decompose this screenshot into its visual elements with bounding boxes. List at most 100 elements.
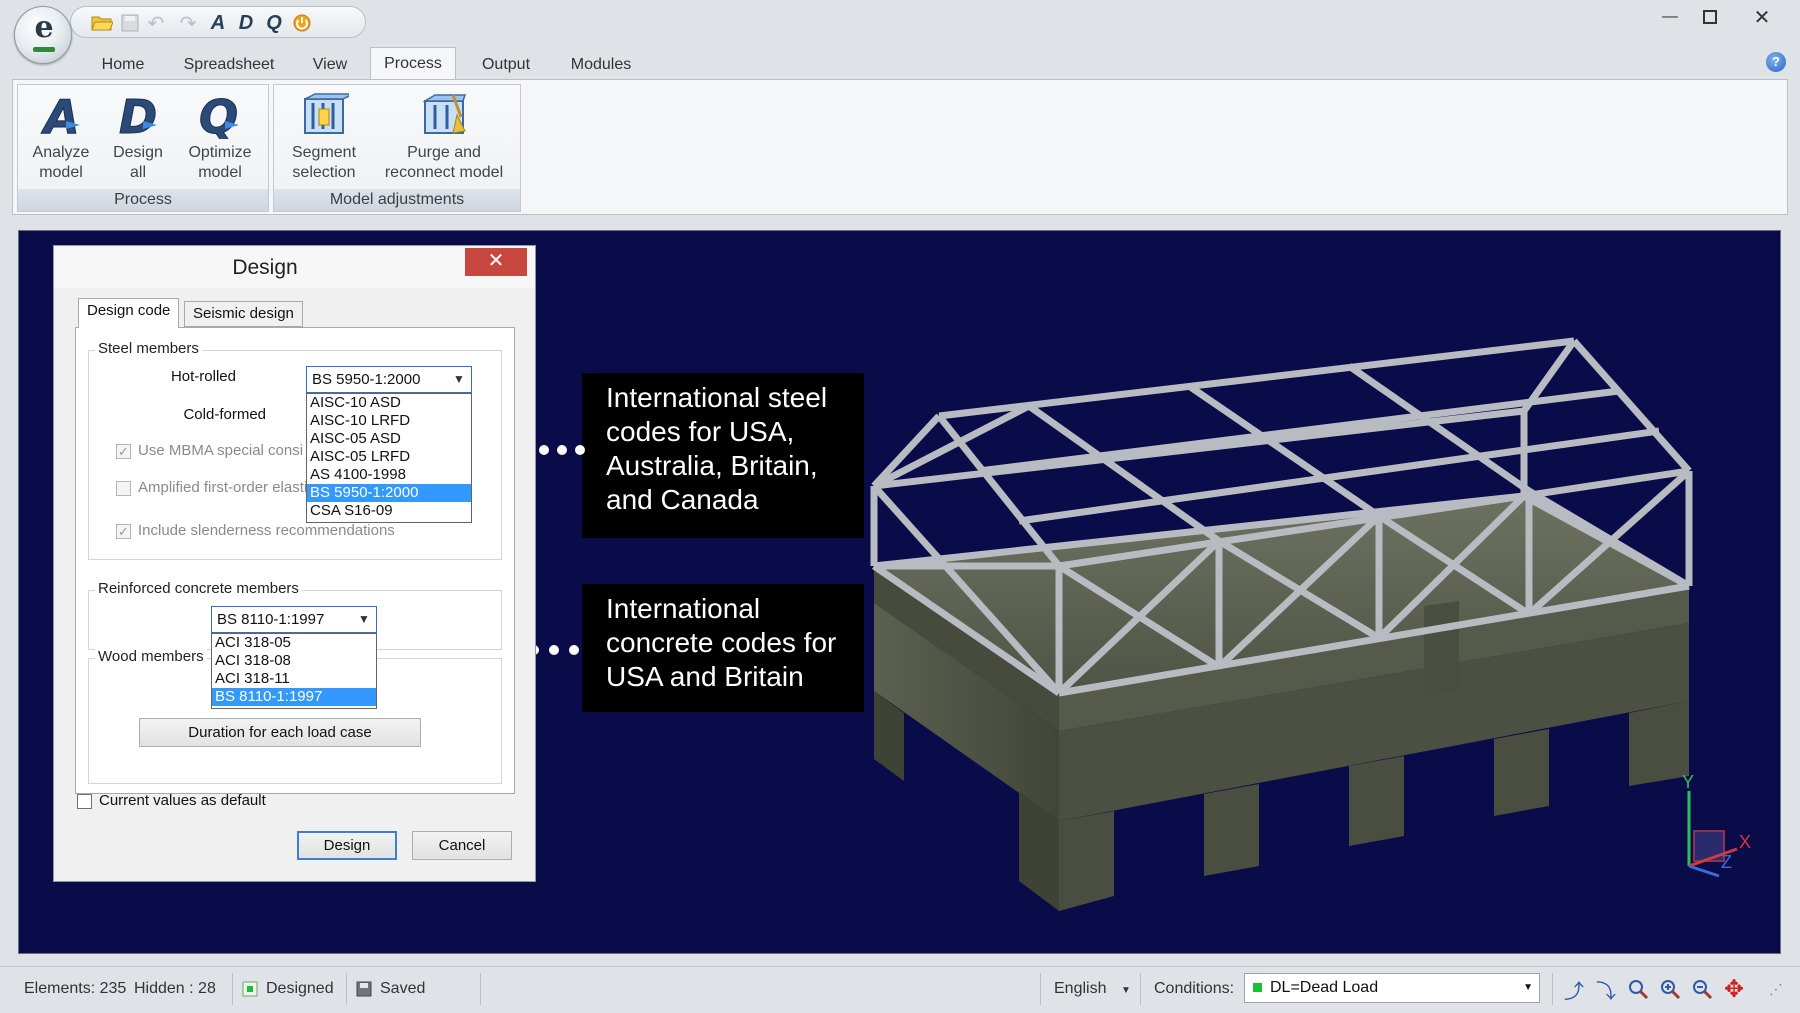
maximize-icon[interactable] [1688, 2, 1732, 32]
view-rotate-icon[interactable]: ⤴ [1560, 975, 1588, 1003]
purge-label-2: reconnect model [384, 164, 504, 181]
segment-selection-button[interactable]: Segment selection [284, 91, 364, 183]
language-selector[interactable]: English ▼ [1054, 975, 1131, 1003]
window-close-icon[interactable]: ✕ [1740, 2, 1784, 32]
purge-reconnect-button[interactable]: Purge and reconnect model [374, 91, 514, 183]
callout-steel-line-2: codes for USA, [606, 416, 795, 447]
use-mbma-checkbox[interactable]: ✓ [116, 444, 131, 459]
condition-value: DL=Dead Load [1270, 979, 1379, 996]
condition-color-swatch [1253, 983, 1262, 993]
wood-members-legend: Wood members [95, 648, 207, 665]
tab-modules[interactable]: Modules [560, 50, 642, 80]
callout-concrete-line-3: USA and Britain [606, 661, 804, 692]
open-folder-icon[interactable] [89, 11, 115, 35]
tab-view[interactable]: View [300, 50, 360, 80]
hot-rolled-dropdown-list: AISC-10 ASD AISC-10 LRFD AISC-05 ASD AIS… [306, 393, 472, 523]
status-separator [346, 973, 347, 1005]
list-item-selected[interactable]: BS 8110-1:1997 [212, 688, 376, 706]
redo-icon[interactable]: ↷ [175, 11, 201, 35]
tab-design-code[interactable]: Design code [78, 298, 180, 328]
zoom-out-icon[interactable] [1688, 975, 1716, 1003]
view-pan-icon[interactable]: ⤵ [1592, 975, 1620, 1003]
design-button[interactable]: Design [297, 831, 397, 860]
zoom-in-icon[interactable] [1656, 975, 1684, 1003]
move-icon[interactable]: ✥ [1720, 975, 1748, 1003]
design-all-button[interactable]: D Design all [106, 91, 170, 183]
qat-design-icon[interactable]: D [233, 11, 259, 35]
optimize-icon: Q [199, 91, 239, 139]
slenderness-checkbox[interactable]: ✓ [116, 524, 131, 539]
leg [1059, 811, 1114, 911]
optimize-model-button[interactable]: Q Optimize model [180, 91, 260, 183]
tab-seismic-design[interactable]: Seismic design [184, 301, 303, 327]
elements-count: Elements: 235 [24, 980, 127, 997]
use-mbma-label: Use MBMA special consi [138, 442, 304, 459]
optimize-label-1: Optimize [188, 144, 252, 161]
conditions-label: Conditions: [1154, 980, 1235, 997]
qat-analyze-icon[interactable]: A [205, 11, 231, 35]
saved-status: Saved [356, 975, 425, 1003]
tab-output[interactable]: Output [470, 50, 542, 80]
save-icon[interactable] [117, 11, 143, 35]
slenderness-label: Include slenderness recommendations [138, 522, 395, 539]
list-item-selected[interactable]: BS 5950-1:2000 [307, 484, 471, 502]
cancel-button[interactable]: Cancel [412, 831, 512, 860]
tab-home[interactable]: Home [88, 50, 158, 80]
leg [1349, 756, 1404, 846]
purge-label-1: Purge and [407, 144, 481, 161]
duration-load-case-button[interactable]: Duration for each load case [139, 718, 421, 747]
status-bar: Elements: 235 Hidden : 28 Designed Saved… [0, 966, 1800, 1013]
axis-y-label: Y [1682, 772, 1694, 792]
axis-z-label: Z [1721, 852, 1732, 872]
list-item[interactable]: ACI 318-11 [212, 670, 376, 688]
dialog-close-button[interactable]: ✕ [465, 248, 527, 276]
conditions-select[interactable]: DL=Dead Load ▼ [1244, 973, 1540, 1003]
list-item[interactable]: CSA S16-09 [307, 502, 471, 520]
application-menu-button[interactable]: e [14, 6, 72, 64]
list-item[interactable]: AISC-05 ASD [307, 430, 471, 448]
list-item[interactable]: AISC-10 ASD [307, 394, 471, 412]
amplified-checkbox[interactable] [116, 481, 131, 496]
hot-rolled-label: Hot-rolled [170, 368, 236, 385]
steel-codes-callout: International steel codes for USA, Austr… [582, 373, 864, 538]
ribbon-group-model-adjustments: Segment selection Purge and reconnect mo… [273, 84, 521, 212]
list-item[interactable]: AISC-10 LRFD [307, 412, 471, 430]
concrete-code-select[interactable]: BS 8110-1:1997 ▼ [211, 606, 377, 633]
quick-access-toolbar: ↶ ↷ A D Q [70, 6, 366, 38]
designed-label: Designed [266, 980, 334, 997]
analyze-label-2: model [39, 164, 83, 181]
chevron-down-icon: ▼ [358, 612, 370, 626]
segment-label-1: Segment [291, 144, 357, 161]
app-logo-letter: e [34, 10, 54, 45]
tab-spreadsheet[interactable]: Spreadsheet [176, 50, 282, 80]
cold-formed-label: Cold-formed [183, 406, 266, 423]
current-values-default-checkbox[interactable] [77, 794, 92, 809]
status-separator [480, 973, 481, 1005]
undo-icon[interactable]: ↶ [143, 11, 169, 35]
list-item[interactable]: AISC-05 LRFD [307, 448, 471, 466]
concrete-code-dropdown-list: ACI 318-05 ACI 318-08 ACI 318-11 BS 8110… [211, 633, 377, 709]
saved-icon [356, 981, 372, 997]
chevron-down-icon: ▼ [453, 372, 465, 386]
resize-grip-icon[interactable]: ⋰ [1762, 975, 1790, 1003]
analyze-label-1: Analyze [32, 144, 90, 161]
list-item[interactable]: AS 4100-1998 [307, 466, 471, 484]
designed-icon [242, 981, 258, 997]
power-icon[interactable] [289, 11, 315, 35]
hot-rolled-select[interactable]: BS 5950-1:2000 ▼ [306, 366, 472, 393]
group-label-process: Process [18, 189, 268, 211]
qat-optimize-icon[interactable]: Q [261, 11, 287, 35]
segment-icon [304, 93, 349, 134]
tab-process[interactable]: Process [370, 47, 456, 81]
ribbon-group-process: A Analyze model D Design all Q Optimize … [17, 84, 269, 212]
help-icon[interactable]: ? [1766, 52, 1786, 72]
callout-concrete-line-1: International [606, 593, 761, 624]
concrete-members-legend: Reinforced concrete members [95, 580, 302, 597]
concrete-code-value: BS 8110-1:1997 [217, 611, 325, 628]
zoom-window-icon[interactable] [1624, 975, 1652, 1003]
analyze-model-button[interactable]: A Analyze model [24, 91, 98, 183]
design-code-panel: Steel members Hot-rolled BS 5950-1:2000 … [75, 327, 515, 794]
list-item[interactable]: ACI 318-08 [212, 652, 376, 670]
minimize-icon[interactable]: — [1648, 2, 1692, 32]
list-item[interactable]: ACI 318-05 [212, 634, 376, 652]
